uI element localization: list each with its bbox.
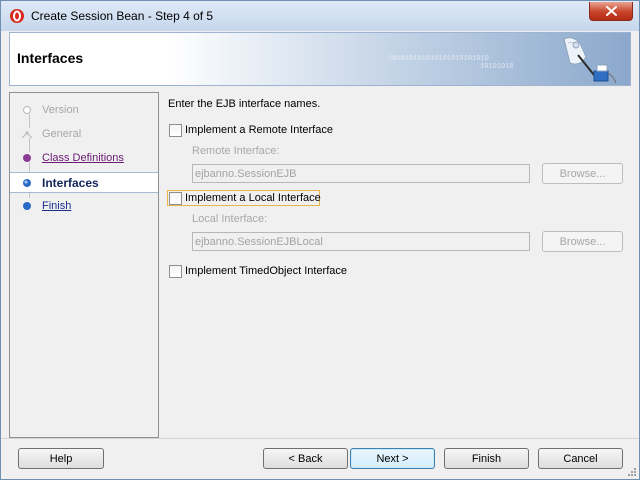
local-interface-field-label: Local Interface: xyxy=(192,213,268,225)
close-button[interactable] xyxy=(589,2,633,21)
resize-grip-icon[interactable] xyxy=(627,467,637,477)
step-version: Version xyxy=(10,100,158,122)
intro-text: Enter the EJB interface names. xyxy=(168,98,321,110)
close-icon xyxy=(606,6,617,16)
page-title: Interfaces xyxy=(17,50,84,66)
cancel-button[interactable]: Cancel xyxy=(538,448,623,469)
step-marker-icon xyxy=(23,154,31,162)
step-label: General xyxy=(42,128,82,140)
title-bar[interactable]: Create Session Bean - Step 4 of 5 xyxy=(1,1,639,31)
step-general: General xyxy=(10,124,158,146)
session-bean-art-icon xyxy=(563,37,617,84)
step-interfaces: Interfaces xyxy=(10,172,158,193)
remote-interface-input[interactable] xyxy=(192,164,530,183)
back-button[interactable]: < Back xyxy=(263,448,348,469)
app-icon xyxy=(10,9,24,23)
step-label: Version xyxy=(42,104,79,116)
finish-button[interactable]: Finish xyxy=(444,448,529,469)
help-button[interactable]: Help xyxy=(18,448,104,469)
step-marker-icon xyxy=(23,106,31,114)
remote-browse-button[interactable]: Browse... xyxy=(542,163,623,184)
footer-divider xyxy=(1,438,639,439)
step-marker-icon xyxy=(22,131,32,139)
wizard-steps-panel: Version General Class Definitions Interf… xyxy=(9,92,159,438)
local-browse-button[interactable]: Browse... xyxy=(542,231,623,252)
remote-interface-field-label: Remote Interface: xyxy=(192,145,280,157)
header-binary-text-2: 10101010 xyxy=(480,63,514,71)
dialog-window: Create Session Bean - Step 4 of 5 Interf… xyxy=(0,0,640,480)
step-finish[interactable]: Finish xyxy=(10,196,158,218)
timed-object-checkbox-label[interactable]: Implement TimedObject Interface xyxy=(185,265,347,277)
step-link-class-definitions[interactable]: Class Definitions xyxy=(42,152,124,164)
step-label: Interfaces xyxy=(42,176,99,190)
step-link-finish[interactable]: Finish xyxy=(42,200,71,212)
timed-object-checkbox[interactable] xyxy=(169,265,182,278)
step-class-definitions[interactable]: Class Definitions xyxy=(10,148,158,170)
header-binary-text: 101010101010101010101010 xyxy=(388,55,489,63)
next-button[interactable]: Next > xyxy=(350,448,435,469)
local-interface-checkbox[interactable] xyxy=(169,192,182,205)
step-marker-icon xyxy=(23,202,31,210)
remote-interface-checkbox-label[interactable]: Implement a Remote Interface xyxy=(185,124,333,136)
step-current-icon xyxy=(23,179,31,187)
local-interface-checkbox-label[interactable]: Implement a Local Interface xyxy=(185,192,321,204)
wizard-header: Interfaces 101010101010101010101010 1010… xyxy=(9,32,631,86)
remote-interface-checkbox[interactable] xyxy=(169,124,182,137)
local-interface-input[interactable] xyxy=(192,232,530,251)
window-title: Create Session Bean - Step 4 of 5 xyxy=(31,9,214,23)
wizard-content: Enter the EJB interface names. Implement… xyxy=(159,92,631,438)
